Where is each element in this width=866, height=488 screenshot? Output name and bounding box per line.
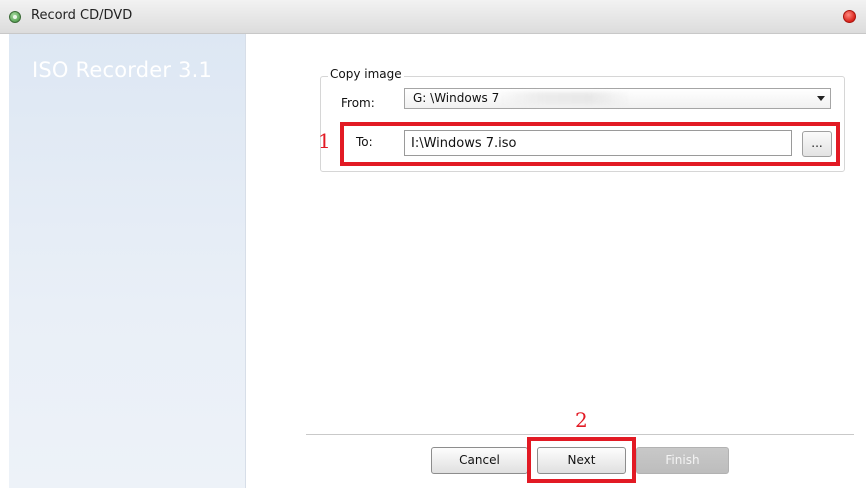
side-panel: ISO Recorder 3.1 [9,34,246,488]
app-disc-icon [9,11,21,23]
window-title: Record CD/DVD [31,8,133,23]
from-select-value: G: \Windows 7 [413,91,500,105]
annotation-box-1 [340,122,840,166]
redacted-blur [500,92,630,105]
annotation-number-2: 2 [575,408,588,432]
close-icon[interactable] [843,10,856,23]
annotation-number-1: 1 [318,129,331,153]
from-select[interactable]: G: \Windows 7 [404,88,831,109]
app-name-heading: ISO Recorder 3.1 [32,58,213,82]
chevron-down-icon [817,96,825,101]
title-bar: Record CD/DVD [0,0,866,34]
bottom-separator [306,434,854,435]
copy-image-legend: Copy image [328,67,404,81]
annotation-box-2 [527,437,636,483]
finish-button: Finish [636,447,729,474]
cancel-button[interactable]: Cancel [431,447,528,474]
from-label: From: [341,96,375,110]
record-dialog: Record CD/DVD ISO Recorder 3.1 Copy imag… [0,0,866,488]
